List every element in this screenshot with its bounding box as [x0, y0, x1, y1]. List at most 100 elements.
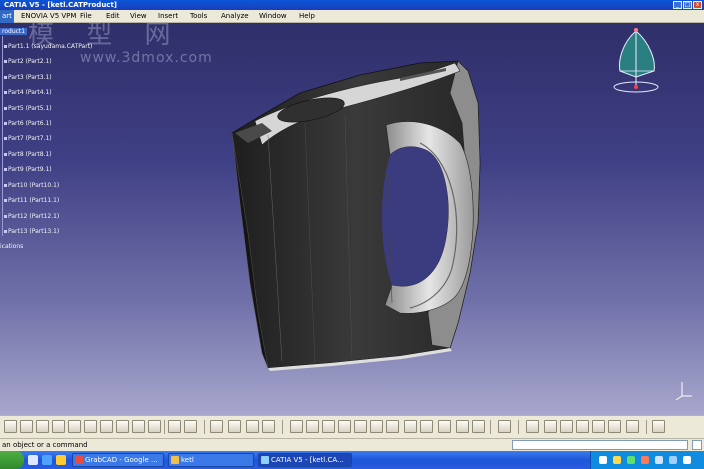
tree-node-label: Part3 (Part3.1): [8, 74, 52, 81]
part-icon: [4, 215, 7, 218]
bottom-toolbar: [0, 415, 704, 438]
tree-node-part[interactable]: Part4 (Part4.1): [4, 89, 52, 96]
table-icon[interactable]: [262, 420, 275, 433]
close-button[interactable]: x: [693, 1, 702, 9]
start-button[interactable]: [0, 451, 24, 469]
tree-node-part[interactable]: Part10 (Part10.1): [4, 182, 59, 189]
kettle-model[interactable]: [0, 23, 704, 415]
part-icon: [4, 153, 7, 156]
tree-expand-icon[interactable]: [228, 420, 241, 433]
menu-window[interactable]: Window: [259, 10, 287, 23]
material-icon[interactable]: [608, 420, 621, 433]
view-cube-icon[interactable]: [404, 420, 417, 433]
tree-node-part[interactable]: Part5 (Part5.1): [4, 105, 52, 112]
constraint-icon[interactable]: [544, 420, 557, 433]
search-icon[interactable]: [576, 420, 589, 433]
tree-node-label: Part8 (Part8.1): [8, 151, 52, 158]
paste-icon[interactable]: [100, 420, 113, 433]
taskbar-button[interactable]: ketl: [168, 453, 254, 467]
tree-node-applications[interactable]: ications: [0, 243, 23, 250]
measure-icon[interactable]: [246, 420, 259, 433]
browser-icon[interactable]: [42, 455, 52, 465]
light-icon[interactable]: [626, 420, 639, 433]
taskbar-button-active[interactable]: CATIA V5 - [ketl.CA...: [258, 453, 352, 467]
taskbar-label: CATIA V5 - [ketl.CA...: [271, 456, 344, 464]
tree-node-part[interactable]: Part6 (Part6.1): [4, 120, 52, 127]
menu-file[interactable]: File: [80, 10, 92, 23]
command-dropdown[interactable]: [692, 440, 702, 450]
grid-icon[interactable]: [560, 420, 573, 433]
copy-icon[interactable]: [84, 420, 97, 433]
part-icon: [4, 184, 7, 187]
catalog-icon[interactable]: [210, 420, 223, 433]
hide-show-icon[interactable]: [438, 420, 451, 433]
command-input[interactable]: [512, 440, 688, 450]
menu-start[interactable]: art: [0, 10, 14, 23]
open-icon[interactable]: [20, 420, 33, 433]
tree-root-node[interactable]: roduct1: [0, 28, 28, 35]
menu-enovia[interactable]: ENOVIA V5 VPM: [21, 10, 76, 23]
part-icon: [4, 122, 7, 125]
chrome-icon: [75, 456, 83, 464]
update-icon[interactable]: [652, 420, 665, 433]
tree-node-label: Part13 (Part13.1): [8, 228, 60, 235]
render-icon[interactable]: [592, 420, 605, 433]
rotate-icon[interactable]: [338, 420, 351, 433]
formula-icon[interactable]: [168, 420, 181, 433]
redo-icon[interactable]: [132, 420, 145, 433]
save-icon[interactable]: [36, 420, 49, 433]
new-icon[interactable]: [4, 420, 17, 433]
undo-icon[interactable]: [116, 420, 129, 433]
part-icon: [4, 107, 7, 110]
print-icon[interactable]: [52, 420, 65, 433]
tray-icon[interactable]: [641, 456, 649, 464]
maximize-button[interactable]: □: [683, 1, 692, 9]
volume-icon[interactable]: [669, 456, 677, 464]
menu-view[interactable]: View: [130, 10, 147, 23]
comment-icon[interactable]: [184, 420, 197, 433]
tree-node-part[interactable]: Part2 (Part2.1): [4, 58, 52, 65]
tray-icon[interactable]: [599, 456, 607, 464]
tree-node-part[interactable]: Part12 (Part12.1): [4, 213, 59, 220]
normal-view-icon[interactable]: [386, 420, 399, 433]
zoom-in-icon[interactable]: [354, 420, 367, 433]
snap-icon[interactable]: [526, 420, 539, 433]
save-management-icon[interactable]: [498, 420, 511, 433]
tree-node-part[interactable]: Part8 (Part8.1): [4, 151, 52, 158]
tree-node-part[interactable]: Part11 (Part11.1): [4, 197, 59, 204]
tree-node-part[interactable]: Part3 (Part3.1): [4, 74, 52, 81]
tree-node-part[interactable]: Part1.1 (sayudama.CATPart): [4, 43, 92, 50]
tray-icon[interactable]: [627, 456, 635, 464]
explorer-icon[interactable]: [56, 455, 66, 465]
quicklaunch-icon[interactable]: [28, 455, 38, 465]
part-icon: [4, 45, 7, 48]
menu-edit[interactable]: Edit: [106, 10, 120, 23]
window-title: CATIA V5 - [ketl.CATProduct]: [4, 1, 117, 9]
tree-node-part[interactable]: Part13 (Part13.1): [4, 228, 59, 235]
menu-tools[interactable]: Tools: [190, 10, 207, 23]
pan-icon[interactable]: [322, 420, 335, 433]
part-icon: [4, 230, 7, 233]
swap-visible-icon[interactable]: [456, 420, 469, 433]
tree-node-part[interactable]: Part9 (Part9.1): [4, 166, 52, 173]
help-icon[interactable]: [148, 420, 161, 433]
minimize-button[interactable]: _: [673, 1, 682, 9]
menu-insert[interactable]: Insert: [158, 10, 178, 23]
cut-icon[interactable]: [68, 420, 81, 433]
network-icon[interactable]: [683, 456, 691, 464]
compass-icon[interactable]: [612, 23, 672, 98]
part-icon: [4, 91, 7, 94]
tray-icon[interactable]: [655, 456, 663, 464]
menu-help[interactable]: Help: [299, 10, 315, 23]
taskbar-button[interactable]: GrabCAD - Google ...: [72, 453, 164, 467]
tree-node-label: Part10 (Part10.1): [8, 182, 60, 189]
fly-mode-icon[interactable]: [290, 420, 303, 433]
menu-analyze[interactable]: Analyze: [221, 10, 249, 23]
layer-icon[interactable]: [472, 420, 485, 433]
3d-viewport[interactable]: 模 型 网 www.3dmox.com roduct1 Part1.1 (say…: [0, 23, 704, 415]
tray-icon[interactable]: [613, 456, 621, 464]
zoom-out-icon[interactable]: [370, 420, 383, 433]
shading-icon[interactable]: [420, 420, 433, 433]
tree-node-part[interactable]: Part7 (Part7.1): [4, 135, 52, 142]
fit-all-icon[interactable]: [306, 420, 319, 433]
